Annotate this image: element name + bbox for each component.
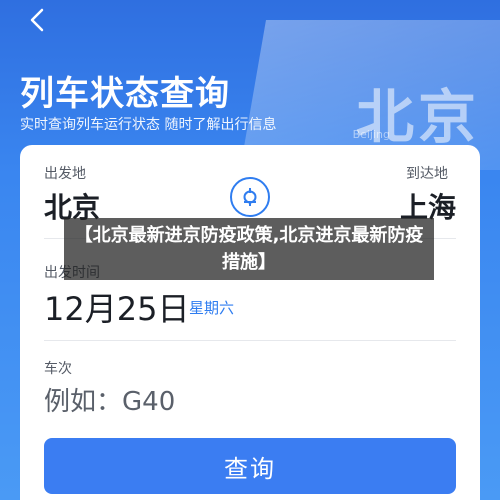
page-subtitle: 实时查询列车运行状态 随时了解出行信息 bbox=[20, 117, 277, 133]
train-number-input[interactable] bbox=[44, 382, 344, 422]
back-arrow-icon bbox=[30, 8, 44, 32]
station-sign-sub: Beijing bbox=[352, 128, 390, 141]
back-button[interactable] bbox=[24, 6, 52, 34]
to-label: 到达地 bbox=[406, 166, 448, 182]
train-number-label: 车次 bbox=[44, 361, 72, 377]
railway-logo-swap-icon bbox=[243, 188, 257, 206]
from-label: 出发地 bbox=[44, 166, 86, 182]
divider bbox=[44, 340, 456, 341]
swap-stations-button[interactable] bbox=[230, 177, 270, 217]
overlay-banner: 【北京最新进京防疫政策,北京进京最新防疫措施】 bbox=[64, 218, 434, 280]
departure-weekday: 星期六 bbox=[189, 299, 235, 317]
departure-date[interactable]: 12月25日 bbox=[44, 284, 189, 330]
station-sign: 北京 bbox=[355, 83, 480, 151]
page-title: 列车状态查询 bbox=[20, 74, 230, 114]
query-button[interactable]: 查询 bbox=[44, 438, 456, 494]
